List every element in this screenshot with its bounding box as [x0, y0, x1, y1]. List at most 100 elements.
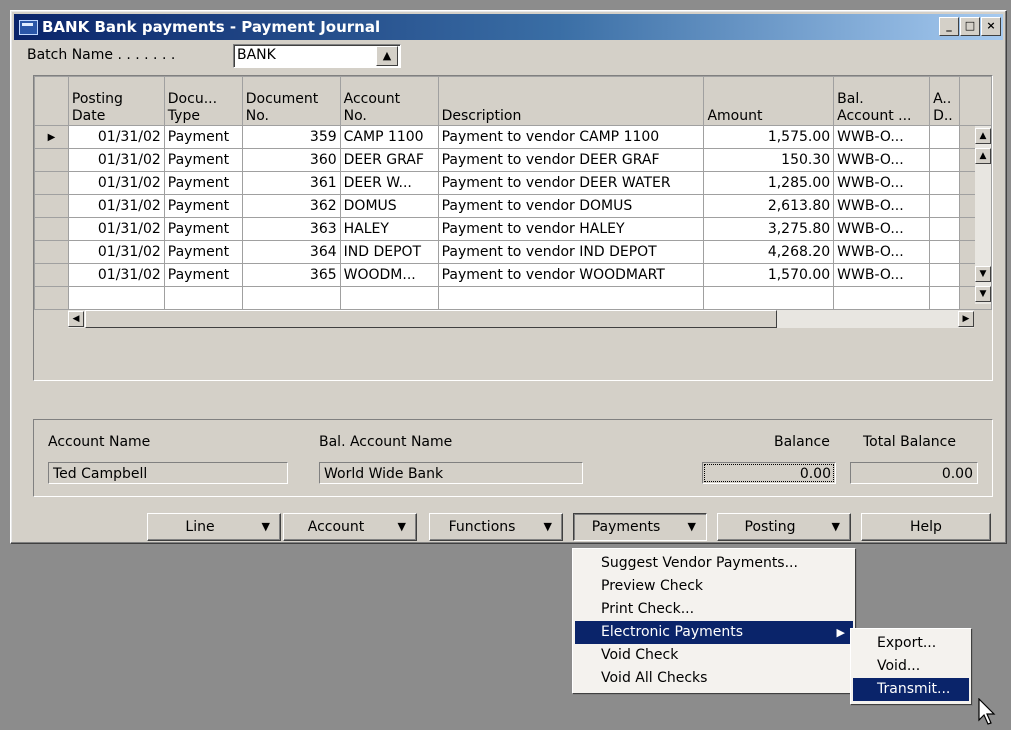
col-bal-account[interactable]: Bal. Account ...: [833, 76, 931, 126]
submenu-item-export[interactable]: Export...: [853, 632, 969, 655]
a-d-cell[interactable]: [929, 171, 961, 195]
close-button[interactable]: ×: [981, 17, 1001, 36]
help-button[interactable]: Help: [861, 513, 991, 541]
amount-cell[interactable]: 1,575.00: [703, 125, 835, 149]
posting-button[interactable]: Posting ▼: [717, 513, 851, 541]
minimize-button[interactable]: _: [939, 17, 959, 36]
scroll-down-icon[interactable]: ▼: [975, 286, 991, 302]
bal-account-cell[interactable]: WWB-O...: [833, 148, 931, 172]
document-no-cell[interactable]: [241, 286, 341, 310]
document-no-cell[interactable]: 359: [241, 125, 341, 149]
row-selector[interactable]: [34, 263, 69, 287]
row-selector[interactable]: [34, 171, 69, 195]
posting-date-cell[interactable]: 01/31/02: [67, 240, 165, 264]
menu-item-print-check[interactable]: Print Check...: [575, 598, 853, 621]
bal-account-cell[interactable]: WWB-O...: [833, 125, 931, 149]
document-type-cell[interactable]: Payment: [163, 125, 243, 149]
col-account-no[interactable]: Account No.: [339, 76, 439, 126]
document-no-cell[interactable]: 363: [241, 217, 341, 241]
horizontal-scroll-thumb[interactable]: [85, 310, 777, 328]
account-no-cell[interactable]: HALEY: [339, 217, 439, 241]
amount-cell[interactable]: 150.30: [703, 148, 835, 172]
document-no-cell[interactable]: 362: [241, 194, 341, 218]
current-row-indicator-icon[interactable]: ▶: [34, 125, 69, 149]
description-cell[interactable]: Payment to vendor WOODMART: [437, 263, 705, 287]
row-selector[interactable]: [34, 194, 69, 218]
batch-lookup-icon[interactable]: ▲: [376, 46, 398, 66]
table-row[interactable]: [34, 286, 992, 310]
amount-cell[interactable]: [703, 286, 835, 310]
horizontal-scrollbar[interactable]: ◀ ▶: [68, 310, 974, 328]
col-amount[interactable]: Amount: [703, 76, 835, 126]
row-selector[interactable]: [34, 148, 69, 172]
menu-item-void-check[interactable]: Void Check: [575, 644, 853, 667]
bal-account-cell[interactable]: WWB-O...: [833, 171, 931, 195]
account-no-cell[interactable]: DEER GRAF: [339, 148, 439, 172]
bal-account-cell[interactable]: WWB-O...: [833, 240, 931, 264]
a-d-cell[interactable]: [929, 148, 961, 172]
submenu-item-void[interactable]: Void...: [853, 655, 969, 678]
bal-account-cell[interactable]: WWB-O...: [833, 263, 931, 287]
posting-date-cell[interactable]: 01/31/02: [67, 171, 165, 195]
a-d-cell[interactable]: [929, 286, 961, 310]
posting-date-cell[interactable]: 01/31/02: [67, 194, 165, 218]
table-row[interactable]: ▶ 01/31/02 Payment 359 CAMP 1100 Payment…: [34, 125, 992, 149]
description-cell[interactable]: Payment to vendor CAMP 1100: [437, 125, 705, 149]
document-type-cell[interactable]: Payment: [163, 263, 243, 287]
bal-account-cell[interactable]: [833, 286, 931, 310]
document-type-cell[interactable]: Payment: [163, 171, 243, 195]
account-no-cell[interactable]: IND DEPOT: [339, 240, 439, 264]
account-no-cell[interactable]: WOODM...: [339, 263, 439, 287]
account-no-cell[interactable]: CAMP 1100: [339, 125, 439, 149]
a-d-cell[interactable]: [929, 240, 961, 264]
table-row[interactable]: 01/31/02 Payment 362 DOMUS Payment to ve…: [34, 194, 992, 218]
posting-date-cell[interactable]: 01/31/02: [67, 263, 165, 287]
document-no-cell[interactable]: 365: [241, 263, 341, 287]
document-type-cell[interactable]: Payment: [163, 217, 243, 241]
a-d-cell[interactable]: [929, 125, 961, 149]
description-cell[interactable]: Payment to vendor HALEY: [437, 217, 705, 241]
description-cell[interactable]: [437, 286, 705, 310]
batch-name-field[interactable]: BANK ▲: [233, 44, 401, 68]
menu-item-electronic-payments[interactable]: Electronic Payments ▶: [575, 621, 853, 644]
page-up-icon[interactable]: ▲: [975, 148, 991, 164]
table-row[interactable]: 01/31/02 Payment 363 HALEY Payment to ve…: [34, 217, 992, 241]
menu-item-void-all-checks[interactable]: Void All Checks: [575, 667, 853, 690]
posting-date-cell[interactable]: 01/31/02: [67, 217, 165, 241]
amount-cell[interactable]: 1,570.00: [703, 263, 835, 287]
description-cell[interactable]: Payment to vendor DOMUS: [437, 194, 705, 218]
account-button[interactable]: Account ▼: [283, 513, 417, 541]
menu-item-suggest-vendor-payments[interactable]: Suggest Vendor Payments...: [575, 552, 853, 575]
bal-account-cell[interactable]: WWB-O...: [833, 194, 931, 218]
document-no-cell[interactable]: 364: [241, 240, 341, 264]
row-selector[interactable]: [34, 240, 69, 264]
submenu-item-transmit[interactable]: Transmit...: [853, 678, 969, 701]
maximize-button[interactable]: □: [960, 17, 980, 36]
posting-date-cell[interactable]: 01/31/02: [67, 125, 165, 149]
a-d-cell[interactable]: [929, 217, 961, 241]
description-cell[interactable]: Payment to vendor IND DEPOT: [437, 240, 705, 264]
description-cell[interactable]: Payment to vendor DEER GRAF: [437, 148, 705, 172]
document-type-cell[interactable]: Payment: [163, 194, 243, 218]
row-selector[interactable]: [34, 286, 69, 310]
document-type-cell[interactable]: Payment: [163, 148, 243, 172]
scroll-left-icon[interactable]: ◀: [68, 311, 84, 327]
col-document-type[interactable]: Docu... Type: [163, 76, 243, 126]
menu-item-preview-check[interactable]: Preview Check: [575, 575, 853, 598]
table-row[interactable]: 01/31/02 Payment 360 DEER GRAF Payment t…: [34, 148, 992, 172]
title-bar[interactable]: BANK Bank payments - Payment Journal _ □ ×: [14, 14, 1003, 40]
table-row[interactable]: 01/31/02 Payment 365 WOODM... Payment to…: [34, 263, 992, 287]
document-type-cell[interactable]: [163, 286, 243, 310]
scroll-up-icon[interactable]: ▲: [975, 128, 991, 144]
vertical-scrollbar[interactable]: ▲ ▲ ▼ ▼: [975, 126, 991, 304]
document-no-cell[interactable]: 361: [241, 171, 341, 195]
table-row[interactable]: 01/31/02 Payment 361 DEER W... Payment t…: [34, 171, 992, 195]
col-posting-date[interactable]: Posting Date: [67, 76, 165, 126]
a-d-cell[interactable]: [929, 194, 961, 218]
page-down-icon[interactable]: ▼: [975, 266, 991, 282]
amount-cell[interactable]: 3,275.80: [703, 217, 835, 241]
account-no-cell[interactable]: [339, 286, 439, 310]
row-selector[interactable]: [34, 217, 69, 241]
amount-cell[interactable]: 2,613.80: [703, 194, 835, 218]
payments-button[interactable]: Payments ▼: [573, 513, 707, 541]
